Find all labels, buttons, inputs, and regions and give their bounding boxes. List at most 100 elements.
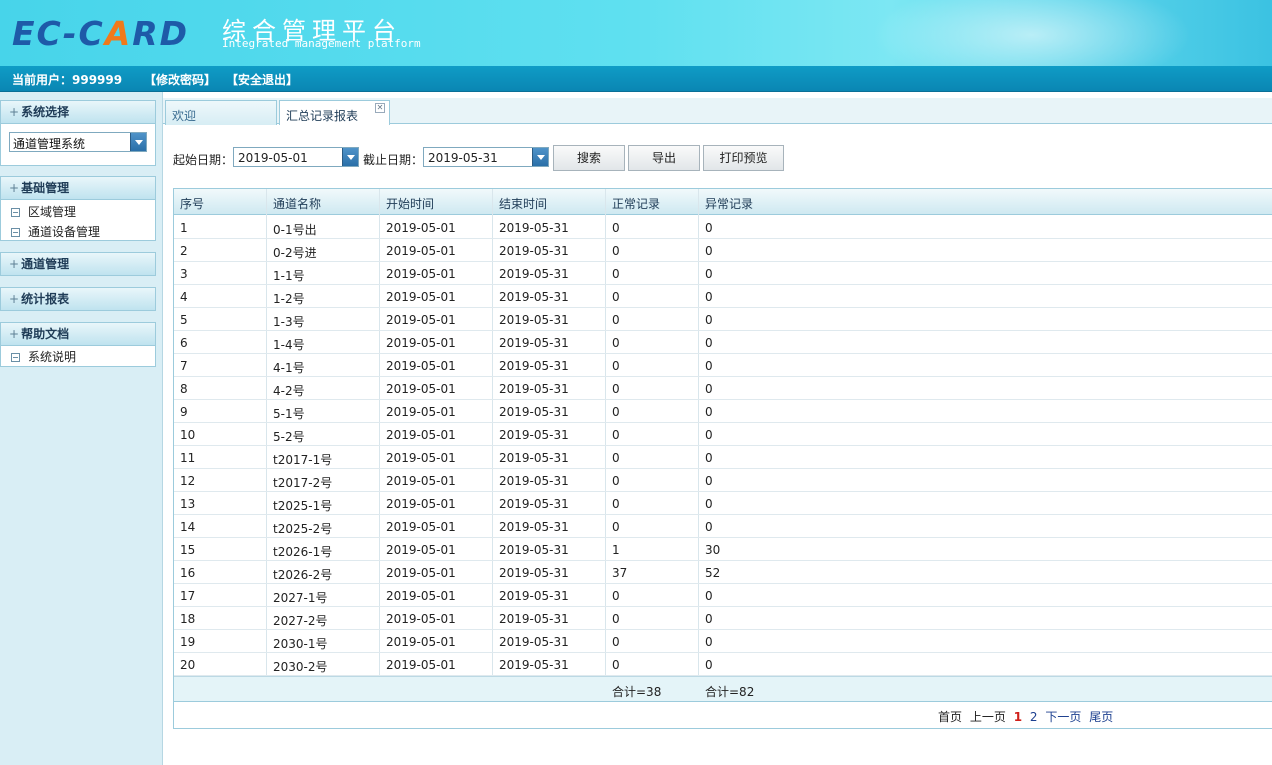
table-row[interactable]: 1 0-1号出 2019-05-01 2019-05-31 0 0 (174, 216, 1272, 239)
sidebar-item-area[interactable]: 区域管理 (11, 203, 76, 220)
cell-abnormal-count: 0 (705, 658, 713, 672)
cell-end-time: 2019-05-31 (499, 221, 569, 235)
pager-last[interactable]: 尾页 (1089, 710, 1113, 724)
table-row[interactable]: 7 4-1号 2019-05-01 2019-05-31 0 0 (174, 354, 1272, 377)
cell-start-time: 2019-05-01 (386, 290, 456, 304)
app-subtitle: Integrated management platform (222, 37, 421, 50)
table-row[interactable]: 17 2027-1号 2019-05-01 2019-05-31 0 0 (174, 584, 1272, 607)
cell-index: 9 (180, 405, 188, 419)
expand-icon: + (9, 181, 20, 195)
tab-welcome[interactable]: 欢迎 (165, 100, 277, 125)
cell-normal-count: 0 (612, 428, 620, 442)
sidebar-header-help[interactable]: + 帮助文档 (0, 322, 156, 346)
sidebar-panel-system: 通道管理系统 (0, 124, 156, 166)
chevron-down-icon[interactable] (130, 133, 146, 151)
calendar-dropdown-icon[interactable] (342, 148, 358, 166)
table-row[interactable]: 15 t2026-1号 2019-05-01 2019-05-31 1 30 (174, 538, 1272, 561)
cell-start-time: 2019-05-01 (386, 451, 456, 465)
cell-start-time: 2019-05-01 (386, 359, 456, 373)
cell-end-time: 2019-05-31 (499, 336, 569, 350)
calendar-dropdown-icon[interactable] (532, 148, 548, 166)
tree-node-icon (11, 353, 20, 362)
cell-end-time: 2019-05-31 (499, 382, 569, 396)
table-row[interactable]: 16 t2026-2号 2019-05-01 2019-05-31 37 52 (174, 561, 1272, 584)
cell-channel-name: 1-1号 (273, 269, 305, 283)
table-row[interactable]: 12 t2017-2号 2019-05-01 2019-05-31 0 0 (174, 469, 1272, 492)
sidebar-item-manual[interactable]: 系统说明 (11, 348, 76, 365)
start-date-field[interactable]: 2019-05-01 (233, 147, 359, 167)
table-row[interactable]: 4 1-2号 2019-05-01 2019-05-31 0 0 (174, 285, 1272, 308)
table-row[interactable]: 10 5-2号 2019-05-01 2019-05-31 0 0 (174, 423, 1272, 446)
cell-normal-count: 0 (612, 612, 620, 626)
change-password-link[interactable]: 【修改密码】 (144, 71, 216, 88)
report-table: 序号 通道名称 开始时间 结束时间 正常记录 异常记录 1 0-1号出 2019-0… (173, 188, 1272, 729)
cell-channel-name: 2027-2号 (273, 614, 328, 628)
search-button[interactable]: 搜索 (553, 145, 625, 171)
start-date-label: 起始日期： (173, 153, 234, 167)
pager-page[interactable]: 2 (1030, 710, 1038, 724)
cell-normal-count: 0 (612, 405, 620, 419)
table-row[interactable]: 20 2030-2号 2019-05-01 2019-05-31 0 0 (174, 653, 1272, 676)
cell-channel-name: t2026-1号 (273, 545, 333, 559)
sidebar-header-basic[interactable]: + 基础管理 (0, 176, 156, 200)
cell-normal-count: 0 (612, 221, 620, 235)
table-row[interactable]: 13 t2025-1号 2019-05-01 2019-05-31 0 0 (174, 492, 1272, 515)
sidebar-header-channel[interactable]: + 通道管理 (0, 252, 156, 276)
expand-icon: + (9, 105, 20, 119)
close-icon[interactable]: ✕ (375, 103, 385, 113)
tab-summary-report[interactable]: 汇总记录报表 ✕ (279, 100, 390, 125)
cell-index: 20 (180, 658, 196, 672)
cell-channel-name: 5-1号 (273, 407, 305, 421)
cell-channel-name: t2017-1号 (273, 453, 333, 467)
table-row[interactable]: 14 t2025-2号 2019-05-01 2019-05-31 0 0 (174, 515, 1272, 538)
cell-abnormal-count: 52 (705, 566, 721, 580)
system-select[interactable]: 通道管理系统 (9, 132, 147, 152)
table-totals-row: 合计=38 合计=82 (174, 676, 1272, 702)
column-header[interactable]: 开始时间 (380, 195, 434, 212)
pager-page-current: 1 (1013, 710, 1023, 724)
end-date-field[interactable]: 2019-05-31 (423, 147, 549, 167)
pager-first[interactable]: 首页 (938, 710, 962, 724)
export-button[interactable]: 导出 (628, 145, 700, 171)
table-row[interactable]: 6 1-4号 2019-05-01 2019-05-31 0 0 (174, 331, 1272, 354)
pager-prev[interactable]: 上一页 (970, 710, 1006, 724)
pager-next[interactable]: 下一页 (1045, 710, 1081, 724)
column-header[interactable]: 通道名称 (267, 195, 321, 212)
table-row[interactable]: 8 4-2号 2019-05-01 2019-05-31 0 0 (174, 377, 1272, 400)
sidebar-header-system[interactable]: + 系统选择 (0, 100, 156, 124)
cell-end-time: 2019-05-31 (499, 359, 569, 373)
cell-end-time: 2019-05-31 (499, 612, 569, 626)
sidebar-item-device[interactable]: 通道设备管理 (11, 223, 100, 240)
cell-end-time: 2019-05-31 (499, 290, 569, 304)
expand-icon: + (9, 327, 20, 341)
column-header[interactable]: 异常记录 (699, 195, 753, 212)
column-header[interactable]: 正常记录 (606, 195, 660, 212)
cell-end-time: 2019-05-31 (499, 658, 569, 672)
cell-channel-name: 0-2号进 (273, 246, 317, 260)
cell-channel-name: 2027-1号 (273, 591, 328, 605)
table-row[interactable]: 11 t2017-1号 2019-05-01 2019-05-31 0 0 (174, 446, 1272, 469)
table-row[interactable]: 18 2027-2号 2019-05-01 2019-05-31 0 0 (174, 607, 1272, 630)
cell-channel-name: t2025-2号 (273, 522, 333, 536)
column-header[interactable]: 结束时间 (493, 195, 547, 212)
cell-abnormal-count: 0 (705, 405, 713, 419)
table-row[interactable]: 2 0-2号进 2019-05-01 2019-05-31 0 0 (174, 239, 1272, 262)
app-logo: EC-CARD (12, 14, 190, 53)
expand-icon: + (9, 292, 20, 306)
table-row[interactable]: 19 2030-1号 2019-05-01 2019-05-31 0 0 (174, 630, 1272, 653)
logout-link[interactable]: 【安全退出】 (226, 71, 298, 88)
cell-normal-count: 0 (612, 336, 620, 350)
column-header[interactable]: 序号 (174, 195, 204, 212)
tree-node-icon (11, 208, 20, 217)
cell-channel-name: 1-3号 (273, 315, 305, 329)
cell-start-time: 2019-05-01 (386, 221, 456, 235)
cell-end-time: 2019-05-31 (499, 244, 569, 258)
cell-index: 8 (180, 382, 188, 396)
sidebar-header-reports[interactable]: + 统计报表 (0, 287, 156, 311)
table-row[interactable]: 3 1-1号 2019-05-01 2019-05-31 0 0 (174, 262, 1272, 285)
table-row[interactable]: 9 5-1号 2019-05-01 2019-05-31 0 0 (174, 400, 1272, 423)
cell-index: 15 (180, 543, 196, 557)
cell-end-time: 2019-05-31 (499, 428, 569, 442)
print-preview-button[interactable]: 打印预览 (703, 145, 784, 171)
table-row[interactable]: 5 1-3号 2019-05-01 2019-05-31 0 0 (174, 308, 1272, 331)
